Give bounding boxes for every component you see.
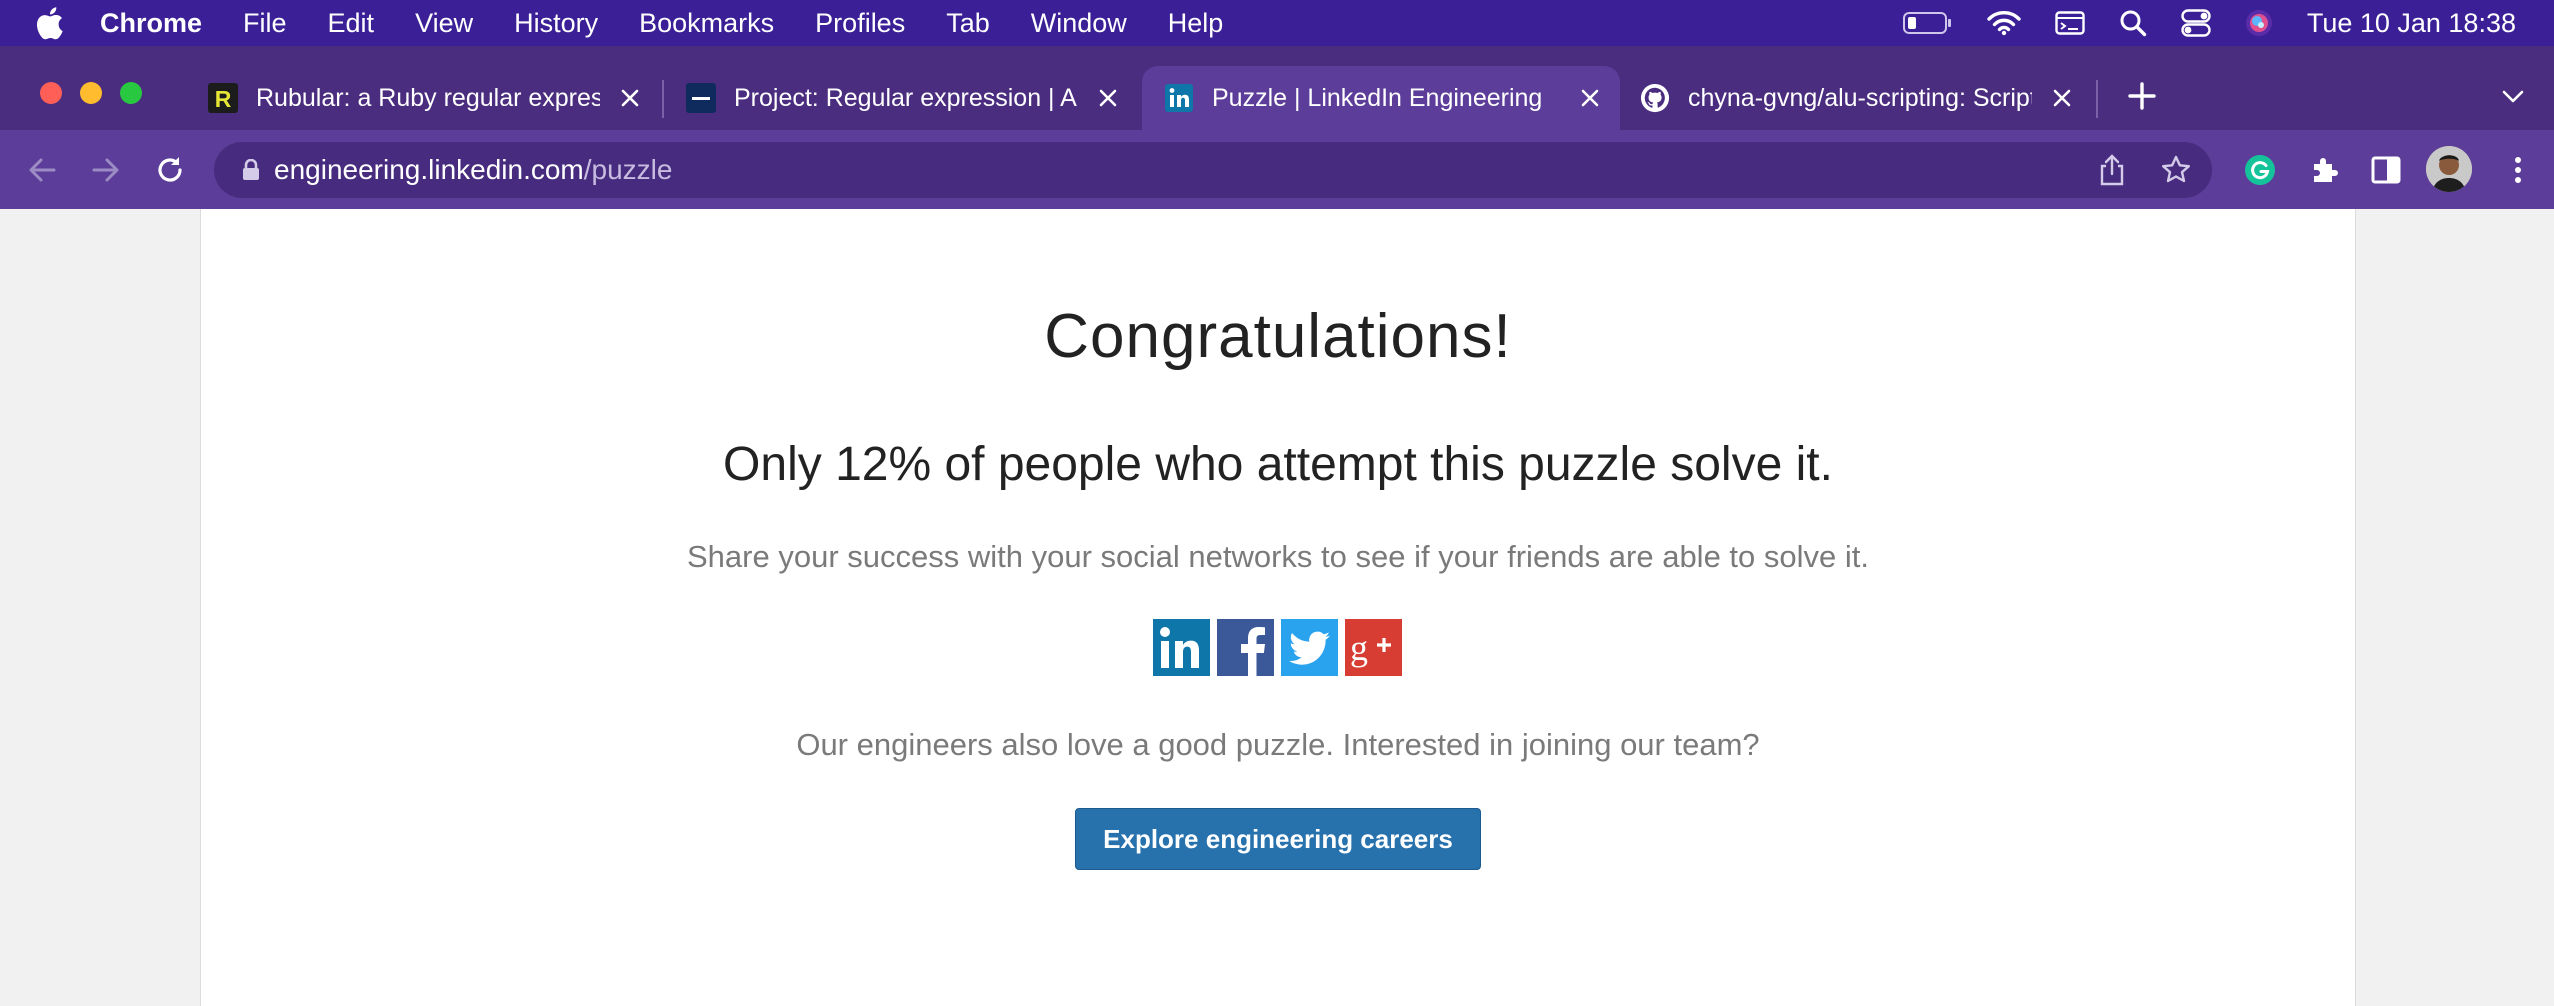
tab-separator xyxy=(2096,80,2098,118)
share-prompt-text: Share your success with your social netw… xyxy=(687,539,1869,574)
window-zoom-button[interactable] xyxy=(120,82,142,104)
back-arrow-icon[interactable] xyxy=(24,152,60,188)
linkedin-favicon-icon xyxy=(1164,83,1194,113)
tab-title: Rubular: a Ruby regular expression edito… xyxy=(256,83,600,112)
menu-tab[interactable]: Tab xyxy=(946,8,990,39)
url-text[interactable]: engineering.linkedin.com/puzzle xyxy=(274,154,672,186)
menu-view[interactable]: View xyxy=(415,8,473,39)
extensions-puzzle-icon[interactable] xyxy=(2306,152,2342,188)
social-share-buttons: g xyxy=(1153,619,1402,676)
profile-avatar[interactable] xyxy=(2426,146,2472,192)
close-tab-icon[interactable] xyxy=(1090,80,1126,116)
control-center-icon[interactable] xyxy=(2181,9,2211,37)
forward-arrow-icon[interactable] xyxy=(88,152,124,188)
tab-title: Project: Regular expression | ALU xyxy=(734,83,1078,112)
facebook-share-icon[interactable] xyxy=(1217,619,1274,676)
explore-careers-button[interactable]: Explore engineering careers xyxy=(1075,808,1481,870)
google-plus-share-icon[interactable]: g xyxy=(1345,619,1402,676)
reload-icon[interactable] xyxy=(152,152,188,188)
tab-separator xyxy=(662,80,664,118)
menu-bookmarks[interactable]: Bookmarks xyxy=(639,8,774,39)
share-icon[interactable] xyxy=(2098,154,2126,191)
menu-help[interactable]: Help xyxy=(1168,8,1224,39)
svg-text:R: R xyxy=(215,86,232,112)
apple-logo-icon[interactable] xyxy=(34,6,64,40)
puzzle-result-card: Congratulations! Only 12% of people who … xyxy=(200,209,2356,1006)
tab-search-chevron-down-icon[interactable] xyxy=(2498,82,2528,112)
battery-icon[interactable] xyxy=(1902,11,1953,35)
menu-file[interactable]: File xyxy=(243,8,287,39)
congratulations-heading: Congratulations! xyxy=(1044,302,1512,371)
more-options-kebab-icon[interactable] xyxy=(2500,152,2536,188)
new-tab-plus-icon[interactable] xyxy=(2124,78,2160,114)
menu-app-name[interactable]: Chrome xyxy=(100,8,202,39)
menu-profiles[interactable]: Profiles xyxy=(815,8,905,39)
tab-title: Puzzle | LinkedIn Engineering xyxy=(1212,83,1543,112)
close-tab-icon[interactable] xyxy=(1572,80,1608,116)
grammarly-extension-icon[interactable] xyxy=(2242,152,2278,188)
wifi-icon[interactable] xyxy=(1987,10,2021,36)
close-tab-icon[interactable] xyxy=(612,80,648,116)
lock-icon[interactable] xyxy=(242,159,260,181)
macos-menu-bar: Chrome File Edit View History Bookmarks … xyxy=(0,0,2554,46)
menubar-clock[interactable]: Tue 10 Jan 18:38 xyxy=(2307,8,2516,39)
tab-title: chyna-gvng/alu-scripting: Scripts xyxy=(1688,83,2032,112)
rubular-favicon-icon: R xyxy=(208,83,238,113)
close-tab-icon[interactable] xyxy=(2044,80,2080,116)
join-team-text: Our engineers also love a good puzzle. I… xyxy=(796,727,1760,762)
window-close-button[interactable] xyxy=(40,82,62,104)
tab-strip: R Rubular: a Ruby regular expression edi… xyxy=(0,46,2554,130)
github-favicon-icon xyxy=(1640,83,1670,113)
twitter-share-icon[interactable] xyxy=(1281,619,1338,676)
window-minimize-button[interactable] xyxy=(80,82,102,104)
tab-linkedin-puzzle[interactable]: Puzzle | LinkedIn Engineering xyxy=(1142,66,1620,130)
menu-history[interactable]: History xyxy=(514,8,598,39)
tab-rubular[interactable]: R Rubular: a Ruby regular expression edi… xyxy=(208,66,648,130)
tab-alu-project[interactable]: Project: Regular expression | ALU xyxy=(686,66,1126,130)
svg-text:g: g xyxy=(1350,628,1368,668)
solve-rate-subheading: Only 12% of people who attempt this puzz… xyxy=(723,438,1833,491)
menu-edit[interactable]: Edit xyxy=(328,8,375,39)
linkedin-share-icon[interactable] xyxy=(1153,619,1210,676)
alu-favicon-icon xyxy=(686,83,716,113)
side-panel-icon[interactable] xyxy=(2368,152,2404,188)
spotlight-search-icon[interactable] xyxy=(2119,9,2147,37)
bookmark-star-icon[interactable] xyxy=(2160,154,2192,191)
address-bar[interactable]: engineering.linkedin.com/puzzle xyxy=(214,142,2212,198)
screen-mirroring-icon[interactable] xyxy=(2055,11,2085,35)
menu-window[interactable]: Window xyxy=(1031,8,1127,39)
browser-toolbar: engineering.linkedin.com/puzzle xyxy=(0,130,2554,209)
tab-github-alu-scripting[interactable]: chyna-gvng/alu-scripting: Scripts xyxy=(1640,66,2080,130)
siri-icon[interactable] xyxy=(2245,9,2273,37)
